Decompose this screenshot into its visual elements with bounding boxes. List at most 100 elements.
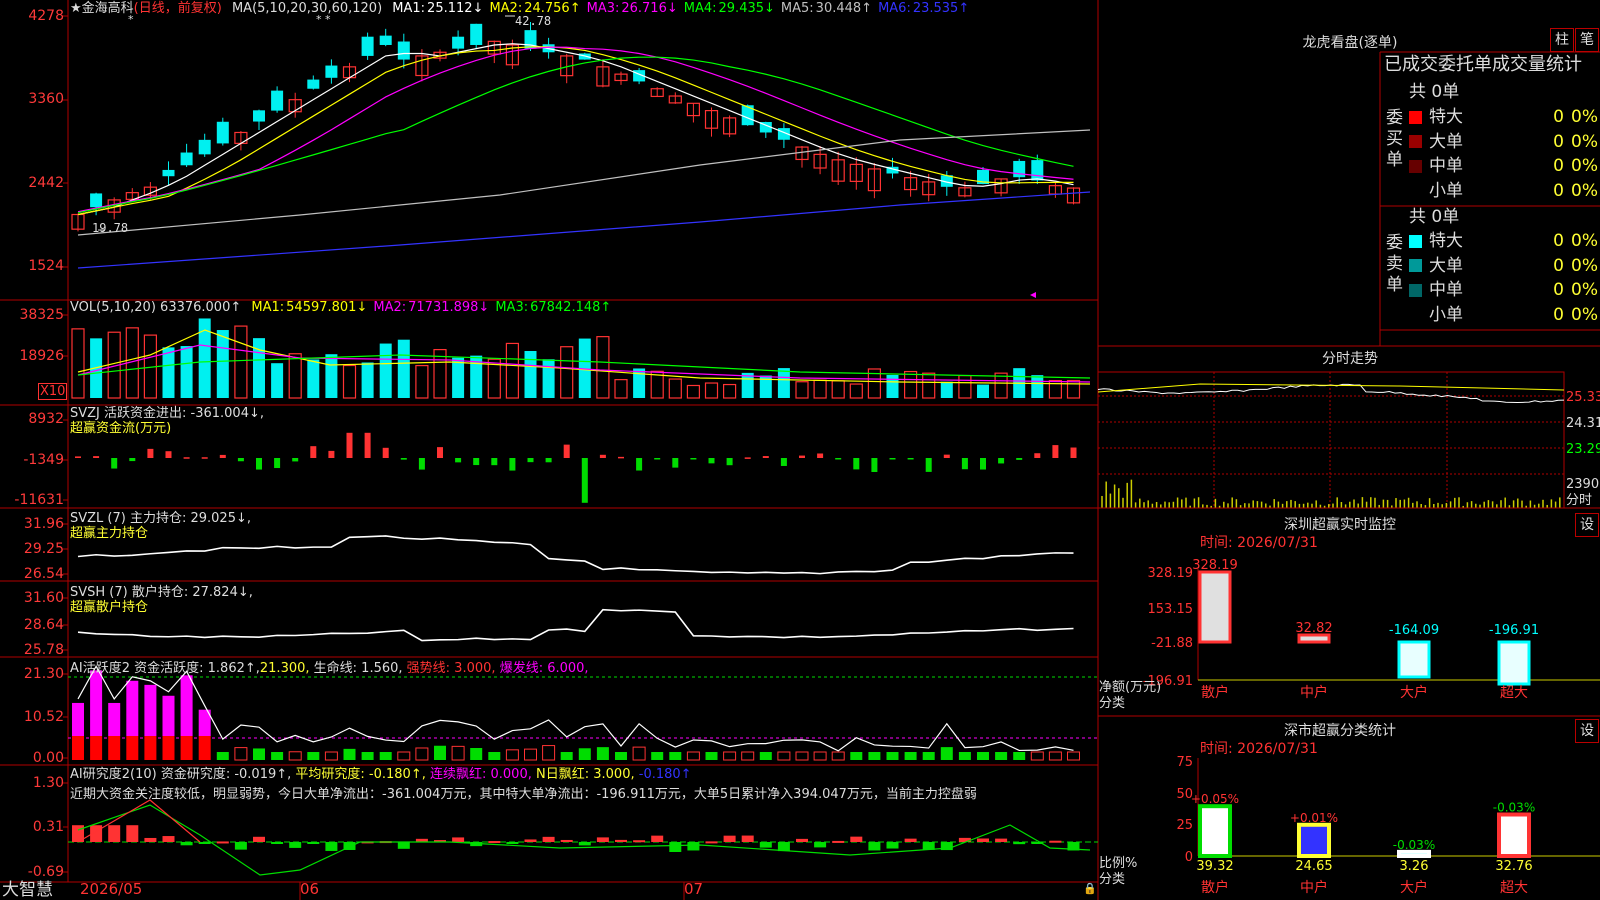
flow-bar: [183, 457, 190, 459]
active-bar: [651, 752, 664, 760]
vol-ma-value: 71731.898↓: [408, 300, 490, 315]
vol-ma-label: MA1:: [251, 300, 285, 315]
flow-bar: [201, 457, 208, 459]
active-bar: [90, 670, 103, 736]
active-bar: [1030, 751, 1044, 761]
order-pct: 0%: [1571, 255, 1598, 276]
event-marker-icon[interactable]: *: [128, 12, 134, 27]
volume-bar: [777, 368, 790, 398]
ai-active-burst: 爆发线: 6.000,: [499, 661, 589, 676]
research-bar: [687, 842, 700, 851]
class-value-label: 39.32: [1196, 859, 1233, 874]
research-bar: [488, 841, 501, 844]
research-bar: [560, 839, 573, 842]
intraday-avg-line: [1097, 383, 1565, 393]
flow-bar: [618, 456, 624, 459]
monitor-time: 时间: 2026/07/31: [1200, 535, 1318, 551]
research-bar: [741, 835, 754, 842]
vol-unit-button[interactable]: X10: [38, 383, 68, 400]
volume-bar: [1066, 379, 1081, 399]
color-swatch: [1409, 234, 1422, 248]
volume-bar: [180, 346, 193, 398]
y-tick: 8932: [28, 411, 64, 427]
sell-total: 共 0单: [1409, 207, 1460, 227]
ai-research-nday: N日飘红: 3.000,: [536, 767, 635, 782]
order-row: 特大 0 0%: [1409, 105, 1599, 129]
active-bar: [1067, 751, 1080, 761]
flow-bar: [93, 456, 100, 458]
class-bar: [1297, 822, 1331, 859]
active-bar: [922, 752, 935, 760]
research-bar: [542, 836, 555, 842]
flow-bar: [455, 458, 462, 463]
ai-research-title: AI研究度2(10) 资金研究度: -0.019↑,: [70, 767, 292, 782]
order-size-label: 大单: [1429, 255, 1463, 276]
flow-bar: [1034, 453, 1041, 458]
active-bar: [850, 752, 863, 760]
order-size-label: 特大: [1429, 231, 1463, 251]
volume-bar: [686, 384, 701, 399]
research-bar: [162, 836, 175, 842]
lock-icon[interactable]: 🔒: [1083, 881, 1097, 896]
vol-ma-label: MA3:: [495, 300, 529, 315]
candle-body: [216, 121, 229, 144]
class-category: 散户: [1201, 879, 1229, 896]
research-bar: [216, 841, 229, 844]
active-bar: [686, 751, 700, 761]
volume-bar: [668, 378, 682, 399]
flow-bar: [418, 458, 425, 470]
order-pct: 0%: [1571, 304, 1598, 325]
flow-bar: [762, 456, 769, 458]
order-count: 0: [1553, 255, 1564, 276]
monitor-bar-label: 328.19: [1192, 558, 1238, 573]
color-swatch: [1409, 283, 1422, 297]
pen-view-button[interactable]: 笔: [1575, 28, 1599, 52]
research-bar: [307, 842, 320, 844]
volume-bar: [415, 364, 429, 399]
research-bar: [977, 838, 989, 842]
order-size-label: 小单: [1429, 304, 1463, 325]
stock-name[interactable]: 金海高科: [82, 1, 134, 16]
monitor-axis-label2: 分类: [1099, 696, 1126, 711]
order-row: 大单 0 0%: [1409, 254, 1599, 278]
active-bar: [886, 752, 899, 760]
flow-bar: [690, 458, 697, 460]
vol-ma-value: 54597.801↓: [286, 300, 368, 315]
research-bar: [198, 842, 211, 844]
monitor-settings-button[interactable]: 设: [1575, 513, 1599, 537]
flow-bar: [943, 454, 950, 458]
active-bar-base: [144, 736, 157, 760]
volume-bar: [505, 342, 519, 399]
y-tick: 31.60: [23, 590, 64, 606]
volume-bar: [162, 347, 175, 398]
flow-bar: [871, 458, 878, 472]
candle-body: [307, 79, 320, 89]
research-bar: [958, 837, 971, 842]
research-bar: [669, 842, 682, 852]
retail-line: [77, 608, 1074, 642]
class-category: 大户: [1400, 879, 1428, 896]
event-marker-icon[interactable]: * *: [316, 12, 331, 27]
research-bar: [108, 825, 121, 842]
volume-bar: [560, 346, 574, 399]
order-size-label: 大单: [1429, 131, 1463, 152]
brand-logo: 大智慧: [2, 880, 53, 900]
vol-value: 63376.000↑: [160, 300, 242, 315]
flow-bar: [799, 455, 805, 458]
active-bar: [343, 748, 356, 760]
research-bar: [578, 842, 591, 846]
dragon-tiger-title: 龙虎看盘(逐单): [1302, 35, 1398, 51]
ai-research-streak: 连续飘红: 0.000,: [430, 767, 532, 782]
class-value-label: 32.76: [1495, 859, 1532, 874]
class-settings-button[interactable]: 设: [1575, 719, 1599, 743]
volume-bar: [234, 325, 248, 399]
svzl-subtitle: 超赢主力持仓: [70, 526, 149, 541]
research-bar: [759, 842, 772, 848]
active-bar: [126, 680, 139, 736]
column-view-button[interactable]: 柱: [1550, 28, 1574, 52]
y-tick: 29.25: [23, 541, 64, 557]
volume-bar: [271, 363, 284, 398]
candle-body: [1031, 160, 1044, 181]
chart-canvas[interactable]: 328.19 153.15 -21.88 -196.91 328.19 散户 32.82 中户…: [0, 0, 1600, 900]
research-bar: [886, 842, 899, 849]
